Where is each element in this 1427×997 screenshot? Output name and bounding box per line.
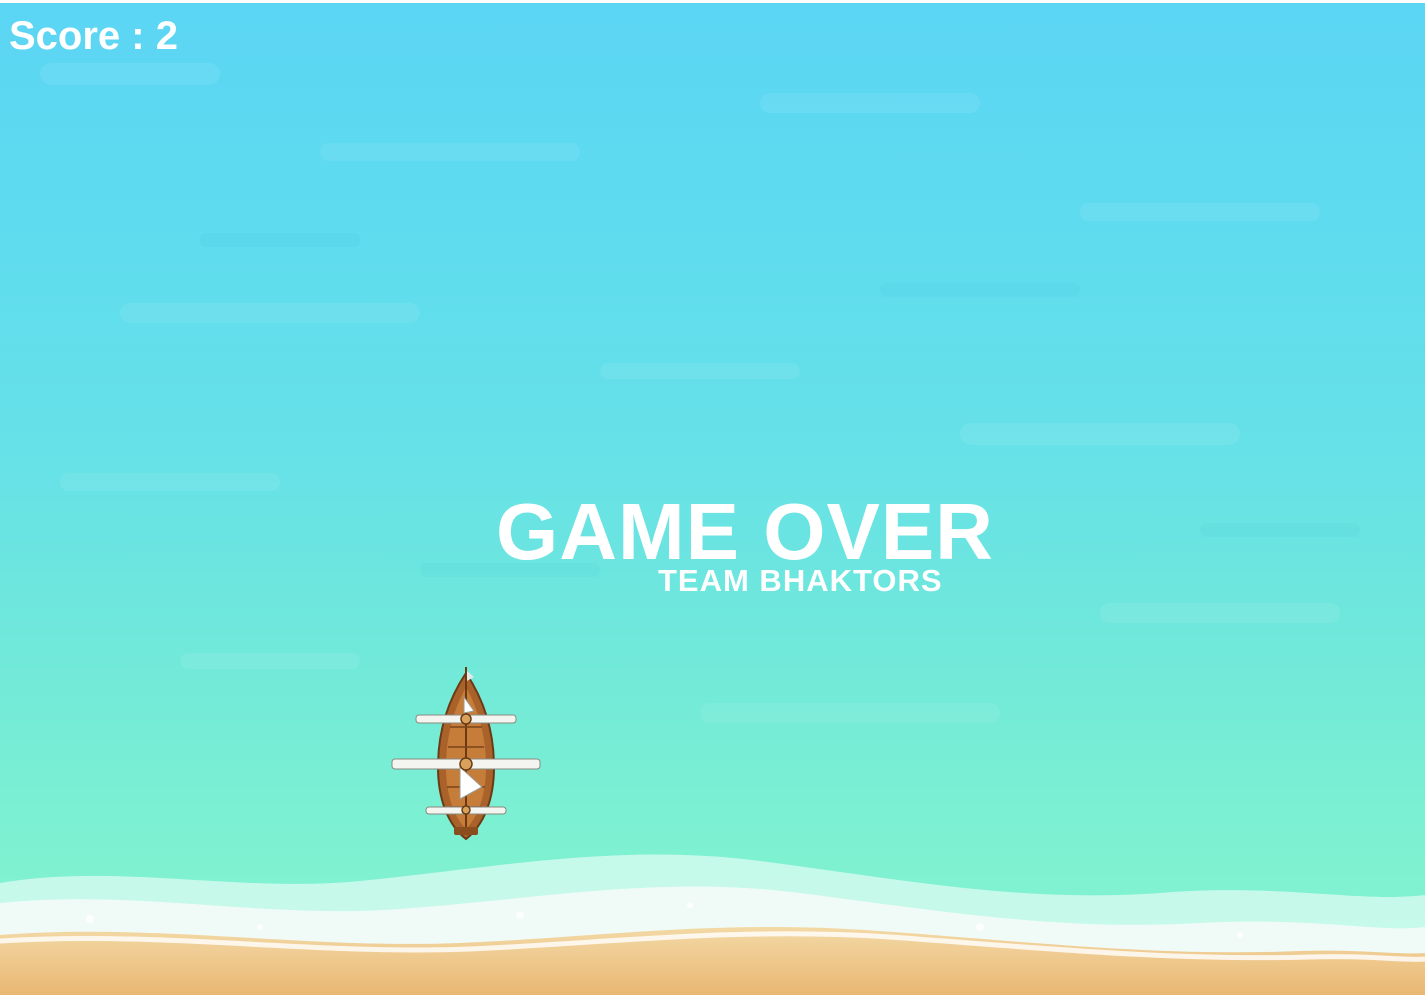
beach-shore: [0, 854, 1425, 995]
pirate-ship-icon: [391, 667, 541, 841]
score-label: Score : 2: [9, 14, 178, 58]
game-canvas[interactable]: Score : 2 GAME OVER TEAM BHAKTORS: [0, 3, 1425, 995]
team-credit: TEAM BHAKTORS: [658, 563, 943, 598]
